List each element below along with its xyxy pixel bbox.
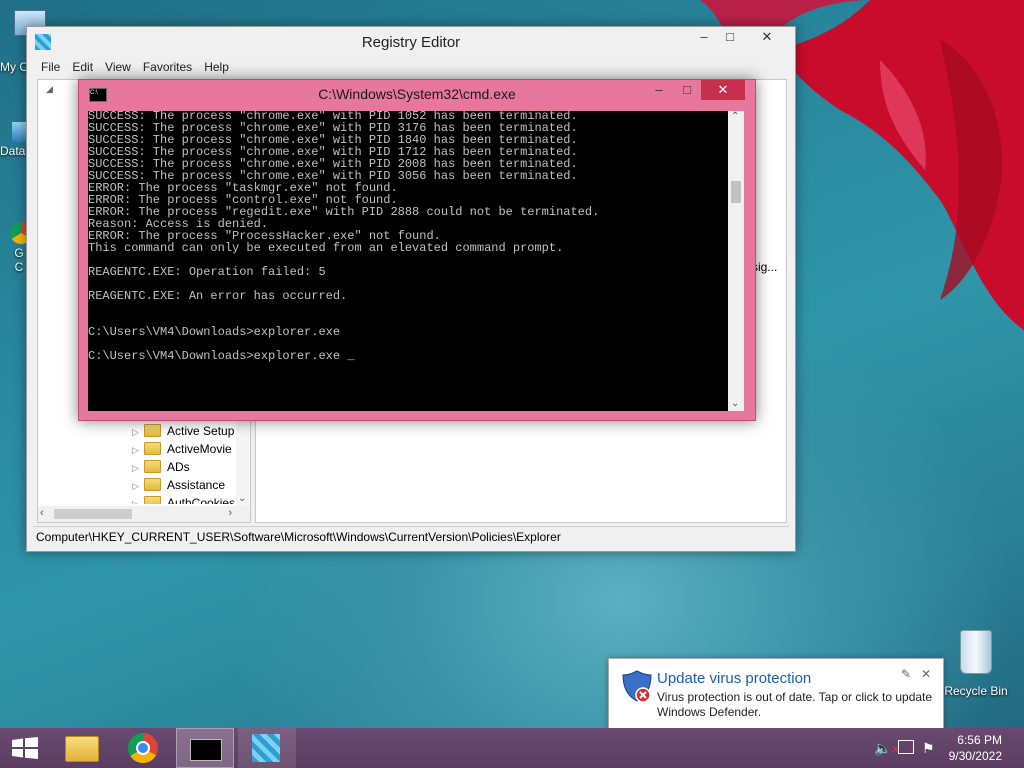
tree-item[interactable]: ▷ Assistance bbox=[132, 476, 225, 494]
notification-title: Update virus protection bbox=[657, 670, 812, 687]
scroll-up-arrow-icon[interactable]: ⌃ bbox=[731, 111, 739, 122]
regedit-status-bar: Computer\HKEY_CURRENT_USER\Software\Micr… bbox=[33, 526, 789, 547]
folder-icon bbox=[65, 736, 99, 762]
taskbar-chrome[interactable] bbox=[114, 728, 172, 768]
tree-item[interactable]: ▷ AuthCookies bbox=[132, 494, 235, 504]
tree-item-label: Assistance bbox=[167, 478, 226, 492]
close-button[interactable]: ✕ bbox=[701, 80, 745, 100]
folder-icon bbox=[144, 460, 161, 473]
regedit-menubar: File Edit View Favorites Help bbox=[27, 57, 795, 77]
folder-icon bbox=[144, 442, 161, 455]
scroll-thumb[interactable] bbox=[731, 181, 741, 203]
console-output[interactable]: SUCCESS: The process "chrome.exe" with P… bbox=[88, 111, 728, 411]
maximize-button[interactable]: □ bbox=[717, 27, 743, 47]
tree-horizontal-scrollbar[interactable]: ‹ › bbox=[38, 506, 250, 522]
cmd-window[interactable]: C:\ C:\Windows\System32\cmd.exe – □ ✕ SU… bbox=[78, 79, 756, 421]
maximize-button[interactable]: □ bbox=[675, 80, 699, 100]
folder-icon bbox=[144, 478, 161, 491]
taskbar-clock[interactable]: 6:56 PM 9/30/2022 bbox=[949, 732, 1002, 764]
pin-icon[interactable]: ✎ bbox=[901, 667, 911, 681]
minimize-button[interactable]: – bbox=[691, 27, 717, 47]
taskbar-regedit[interactable] bbox=[238, 728, 296, 768]
regedit-titlebar[interactable]: Registry Editor – □ ✕ bbox=[27, 27, 795, 57]
console-line: REAGENTC.EXE: An error has occurred. bbox=[88, 289, 348, 303]
tree-item-label: AuthCookies bbox=[167, 496, 236, 504]
console-line: C:\Users\VM4\Downloads>explorer.exe _ bbox=[88, 349, 355, 363]
cmd-titlebar[interactable]: C:\ C:\Windows\System32\cmd.exe – □ ✕ bbox=[79, 80, 755, 106]
notification-body: Virus protection is out of date. Tap or … bbox=[657, 690, 933, 719]
console-text: SUCCESS: The process "chrome.exe" with P… bbox=[88, 111, 728, 362]
regedit-icon bbox=[252, 734, 280, 762]
volume-muted-icon[interactable]: 🔈✕ bbox=[874, 740, 900, 757]
cmd-vertical-scrollbar[interactable]: ⌃ ⌄ bbox=[728, 111, 744, 411]
console-line: This command can only be executed from a… bbox=[88, 241, 564, 255]
cmd-icon bbox=[190, 739, 222, 761]
taskbar-cmd[interactable] bbox=[176, 728, 234, 768]
clock-time: 6:56 PM bbox=[957, 733, 1002, 747]
menu-file[interactable]: File bbox=[35, 57, 66, 77]
scroll-down-arrow-icon[interactable]: ⌄ bbox=[731, 398, 739, 409]
close-icon[interactable]: ✕ bbox=[921, 667, 931, 681]
minimize-button[interactable]: – bbox=[647, 80, 671, 100]
expand-arrow-icon[interactable]: ▷ bbox=[132, 459, 144, 477]
tree-item-label: ActiveMovie bbox=[167, 442, 232, 456]
tree-item[interactable]: ▷ ActiveMovie bbox=[132, 440, 232, 458]
scroll-left-arrow-icon[interactable]: ‹ bbox=[40, 507, 44, 519]
taskbar: 🔈✕ ⚑ 6:56 PM 9/30/2022 bbox=[0, 728, 1024, 768]
recycle-bin-icon bbox=[960, 630, 992, 674]
desktop-icon-chrome[interactable]: G C bbox=[0, 222, 32, 274]
desktop-icon-label: Recycle Bin bbox=[944, 684, 1008, 698]
tree-item-label: Active Setup bbox=[167, 424, 235, 438]
taskbar-file-explorer[interactable] bbox=[55, 728, 113, 768]
menu-edit[interactable]: Edit bbox=[66, 57, 99, 77]
desktop-icon-recycle-bin[interactable]: Recycle Bin bbox=[940, 630, 1012, 698]
tree-root-arrow: ◢ bbox=[46, 84, 53, 94]
expand-arrow-icon[interactable]: ▷ bbox=[132, 441, 144, 459]
defender-notification[interactable]: Update virus protection Virus protection… bbox=[608, 658, 944, 738]
desktop-icon-label: G bbox=[14, 246, 24, 260]
folder-icon bbox=[144, 424, 161, 437]
tree-item[interactable]: ▷ ADs bbox=[132, 458, 190, 476]
menu-view[interactable]: View bbox=[99, 57, 137, 77]
expand-arrow-icon[interactable]: ▷ bbox=[132, 423, 144, 441]
folder-icon bbox=[144, 496, 161, 504]
menu-favorites[interactable]: Favorites bbox=[137, 57, 198, 77]
expand-arrow-icon[interactable]: ▷ bbox=[132, 495, 144, 504]
menu-help[interactable]: Help bbox=[198, 57, 235, 77]
scroll-thumb[interactable] bbox=[54, 509, 132, 519]
scroll-down-arrow-icon[interactable]: ⌄ bbox=[238, 493, 246, 504]
chrome-icon bbox=[128, 733, 158, 763]
network-icon[interactable] bbox=[898, 740, 914, 754]
expand-arrow-icon[interactable]: ▷ bbox=[132, 477, 144, 495]
close-button[interactable]: ✕ bbox=[745, 27, 789, 47]
desktop-icon-label: C bbox=[14, 260, 24, 274]
action-center-flag-icon[interactable]: ⚑ bbox=[922, 740, 935, 757]
console-line: REAGENTC.EXE: Operation failed: 5 bbox=[88, 265, 326, 279]
drive-icon bbox=[12, 122, 26, 142]
scroll-right-arrow-icon[interactable]: › bbox=[228, 507, 232, 519]
windows-logo-icon bbox=[12, 737, 38, 759]
console-line: C:\Users\VM4\Downloads>explorer.exe bbox=[88, 325, 341, 339]
clock-date: 9/30/2022 bbox=[948, 749, 1002, 763]
shield-warning-icon bbox=[622, 670, 652, 703]
tree-item-label: ADs bbox=[167, 460, 190, 474]
regedit-title: Registry Editor bbox=[361, 34, 461, 51]
start-button[interactable] bbox=[0, 728, 58, 768]
tree-item[interactable]: ▷ Active Setup bbox=[132, 422, 234, 440]
